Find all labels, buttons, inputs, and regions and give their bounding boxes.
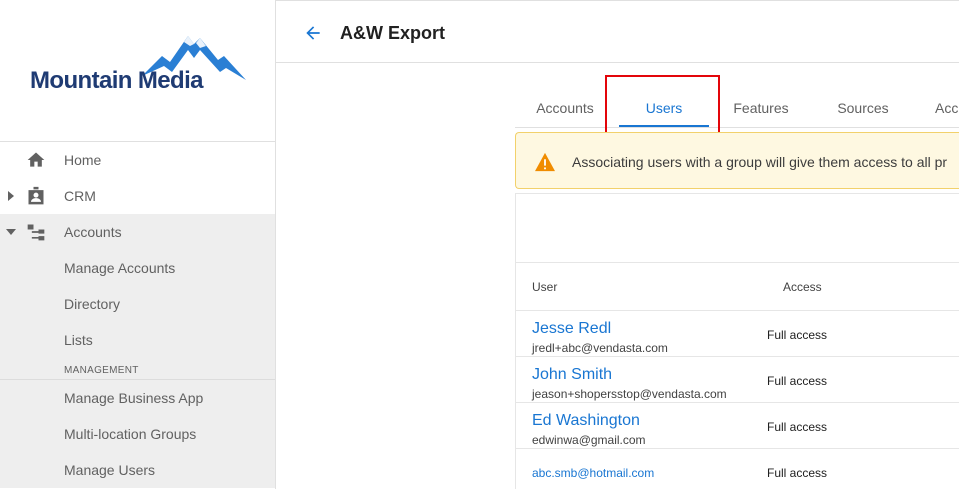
access-level: Full access [767,328,828,342]
user-email: edwinwa@gmail.com [532,433,646,447]
sidebar-item-manage-accounts[interactable]: Manage Accounts [0,250,275,286]
sidebar-item-home[interactable]: Home [0,142,275,178]
caret-right-icon[interactable] [6,191,16,201]
sidebar-item-label: Home [64,152,102,168]
hierarchy-icon [27,224,45,241]
sidebar-item-accounts[interactable]: Accounts [0,214,275,250]
active-tab-indicator [619,125,709,127]
sidebar-item-manage-users[interactable]: Manage Users [0,452,275,488]
user-name-link[interactable]: Jesse Redl [532,320,611,338]
banner-text: Associating users with a group will give… [572,154,948,170]
brand-name: Mountain Media [30,67,204,94]
table-header: User Access [516,263,959,311]
page-title: A&W Export [340,23,445,43]
card-toolbar [516,194,959,263]
tab-sources[interactable]: Sources [815,88,911,128]
warning-icon [535,152,555,172]
users-card: User Access Jesse Redl jredl+abc@vendast… [515,193,959,489]
access-level: Full access [767,374,828,388]
sidebar-item-multi-location-groups[interactable]: Multi-location Groups [0,416,275,452]
tab-acc[interactable]: Acc [935,88,959,128]
section-label-management: MANAGEMENT [0,358,275,380]
sidebar-item-label: Accounts [64,224,122,240]
sidebar-item-directory[interactable]: Directory [0,286,275,322]
table-row: Jesse Redl jredl+abc@vendasta.com Full a… [516,311,959,357]
caret-down-icon[interactable] [6,227,16,237]
page-header: A&W Export [276,0,959,63]
user-name-link[interactable]: Ed Washington [532,412,640,430]
accounts-group: Accounts Manage Accounts Directory Lists… [0,214,275,488]
contact-card-icon [28,186,44,205]
tab-bar: Accounts Users Features Sources Acc [515,88,959,128]
sidebar-item-label: CRM [64,188,96,204]
column-header-user[interactable]: User [532,280,557,294]
sidebar-item-crm[interactable]: CRM [0,178,275,214]
access-level: Full access [767,466,828,480]
tab-features[interactable]: Features [713,88,809,128]
logo: Mountain Media [0,0,275,142]
tab-users[interactable]: Users [619,88,709,128]
user-name-link[interactable]: John Smith [532,366,612,384]
user-email: jeason+shopersstop@vendasta.com [532,387,727,401]
table-row: John Smith jeason+shopersstop@vendasta.c… [516,357,959,403]
user-email: jredl+abc@vendasta.com [532,341,668,355]
sidebar: Mountain Media Home CRM Accounts Manage … [0,0,276,489]
table-row: Ed Washington edwinwa@gmail.com Full acc… [516,403,959,449]
info-banner: Associating users with a group will give… [515,132,959,189]
tab-accounts[interactable]: Accounts [515,88,615,128]
sidebar-item-lists[interactable]: Lists [0,322,275,358]
column-header-access[interactable]: Access [783,280,822,294]
sidebar-item-manage-business-app[interactable]: Manage Business App [0,380,275,416]
back-arrow-icon[interactable] [303,23,323,43]
home-icon [27,152,45,167]
access-level: Full access [767,420,828,434]
table-row: abc.smb@hotmail.com Full access [516,449,959,489]
user-email-link[interactable]: abc.smb@hotmail.com [532,466,654,480]
